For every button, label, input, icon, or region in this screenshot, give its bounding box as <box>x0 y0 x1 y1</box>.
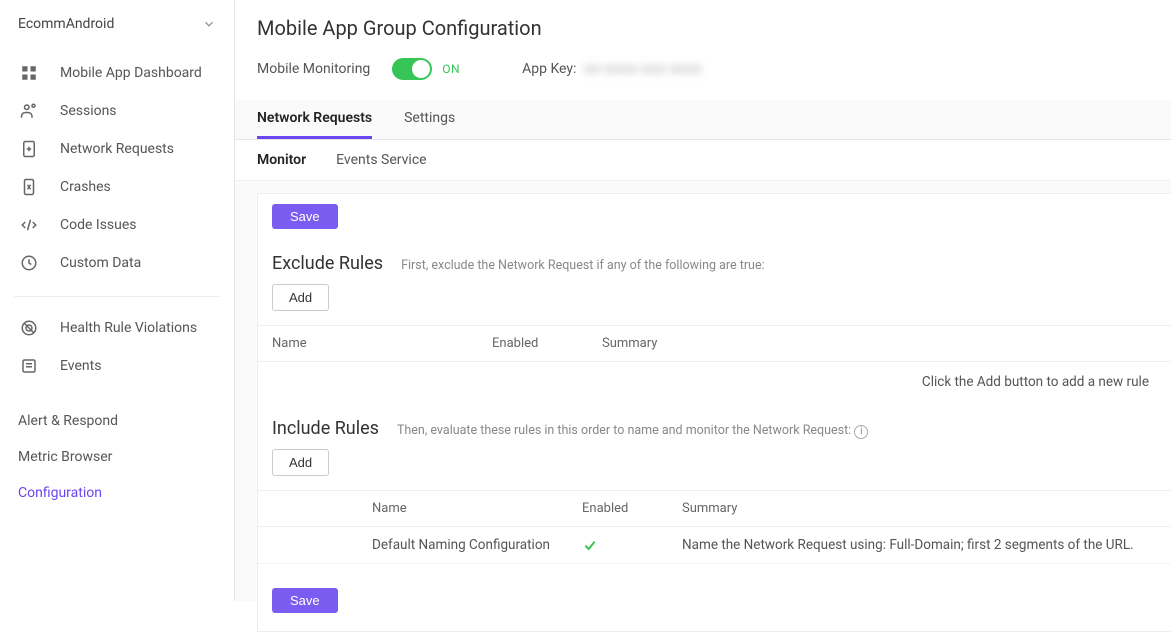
nav-label: Custom Data <box>60 255 141 271</box>
include-rules-title: Include Rules <box>272 418 379 439</box>
monitoring-state: ON <box>442 62 460 76</box>
code-icon <box>18 216 40 234</box>
nav-mobile-dashboard[interactable]: Mobile App Dashboard <box>0 54 234 92</box>
col-summary: Summary <box>668 491 1171 527</box>
tab-network-requests[interactable]: Network Requests <box>257 100 372 139</box>
nav-label: Crashes <box>60 179 111 195</box>
nav-label: Mobile App Dashboard <box>60 65 202 81</box>
info-icon[interactable]: i <box>854 425 868 439</box>
exclude-rules-desc: First, exclude the Network Request if an… <box>401 258 765 273</box>
cell-summary: Name the Network Request using: Full-Dom… <box>668 527 1171 564</box>
events-icon <box>18 357 40 375</box>
app-selector[interactable]: EcommAndroid <box>0 0 234 48</box>
exclude-rules-title: Exclude Rules <box>272 253 383 274</box>
dashboard-icon <box>18 64 40 82</box>
nav-label: Code Issues <box>60 217 137 233</box>
appkey-label: App Key: <box>522 61 576 77</box>
nav-label: Network Requests <box>60 141 174 157</box>
col-name: Name <box>358 491 568 527</box>
exclude-table: Name Enabled Summary <box>258 325 1171 362</box>
appkey-value: xx-xxxx-xxx-xxxx <box>584 61 702 77</box>
nav-secondary: Health Rule Violations Events <box>14 296 220 391</box>
sidebar: EcommAndroid Mobile App Dashboard Sessio… <box>0 0 235 601</box>
nav-configuration[interactable]: Configuration <box>0 475 234 511</box>
nav-alert-respond[interactable]: Alert & Respond <box>0 403 234 439</box>
crash-icon <box>18 178 40 196</box>
subtab-events-service[interactable]: Events Service <box>336 150 426 170</box>
col-name: Name <box>258 326 478 362</box>
include-rules-desc: Then, evaluate these rules in this order… <box>397 423 868 439</box>
col-enabled: Enabled <box>478 326 588 362</box>
include-table: Name Enabled Summary Default Naming Conf… <box>258 490 1171 564</box>
exclude-empty-hint: Click the Add button to add a new rule <box>258 362 1171 404</box>
nav-metric-browser[interactable]: Metric Browser <box>0 439 234 475</box>
cell-name: Default Naming Configuration <box>358 527 568 564</box>
data-icon <box>18 254 40 272</box>
col-enabled: Enabled <box>568 491 668 527</box>
nav-label: Events <box>60 358 101 374</box>
monitoring-label: Mobile Monitoring <box>257 61 370 77</box>
nav-bottom: Alert & Respond Metric Browser Configura… <box>0 397 234 517</box>
monitoring-row: Mobile Monitoring ON App Key: xx-xxxx-xx… <box>235 58 1171 100</box>
app-name: EcommAndroid <box>18 16 114 32</box>
health-icon <box>18 319 40 337</box>
monitoring-toggle[interactable] <box>392 58 432 80</box>
sessions-icon <box>18 102 40 120</box>
col-spacer <box>258 491 358 527</box>
nav-custom-data[interactable]: Custom Data <box>0 244 234 282</box>
nav-label: Sessions <box>60 103 117 119</box>
table-row[interactable]: Default Naming Configuration Name the Ne… <box>258 527 1171 564</box>
col-summary: Summary <box>588 326 1171 362</box>
tab-settings[interactable]: Settings <box>404 100 455 139</box>
config-card: Save Exclude Rules First, exclude the Ne… <box>257 193 1171 632</box>
subtab-monitor[interactable]: Monitor <box>257 150 306 170</box>
tabs-primary: Network Requests Settings <box>235 100 1171 140</box>
nav-network-requests[interactable]: Network Requests <box>0 130 234 168</box>
exclude-add-button[interactable]: Add <box>272 284 329 311</box>
nav-crashes[interactable]: Crashes <box>0 168 234 206</box>
page-title: Mobile App Group Configuration <box>235 0 1171 58</box>
nav-label: Health Rule Violations <box>60 320 197 336</box>
nav-code-issues[interactable]: Code Issues <box>0 206 234 244</box>
nav-health-rule-violations[interactable]: Health Rule Violations <box>14 309 220 347</box>
toggle-knob <box>412 60 430 78</box>
nav-primary: Mobile App Dashboard Sessions Network Re… <box>0 48 234 288</box>
tabs-secondary: Monitor Events Service <box>235 140 1171 181</box>
chevron-down-icon <box>202 17 216 31</box>
save-button-top[interactable]: Save <box>272 204 338 229</box>
nav-sessions[interactable]: Sessions <box>0 92 234 130</box>
cell-enabled <box>568 527 668 564</box>
main: Mobile App Group Configuration Mobile Mo… <box>235 0 1171 601</box>
include-add-button[interactable]: Add <box>272 449 329 476</box>
nav-events[interactable]: Events <box>14 347 220 385</box>
check-icon <box>582 537 654 553</box>
network-icon <box>18 140 40 158</box>
